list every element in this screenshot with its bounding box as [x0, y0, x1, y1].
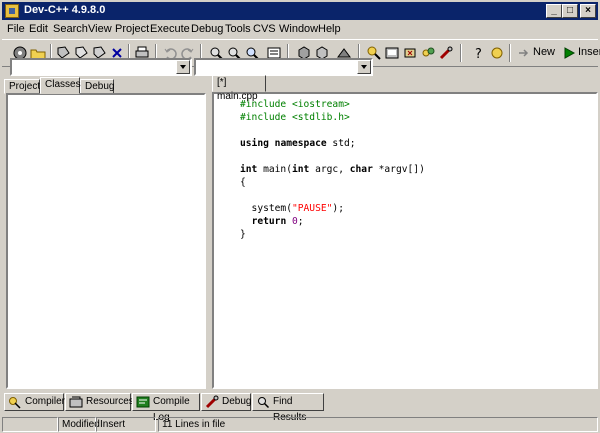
- keyword-using: using: [240, 138, 269, 149]
- status-modified: Modified: [58, 417, 100, 432]
- code-line-return: return 0;: [251, 216, 304, 227]
- tab-project[interactable]: Project: [4, 79, 40, 94]
- menu-file[interactable]: File: [7, 23, 25, 35]
- menu-window[interactable]: Window: [279, 23, 318, 35]
- menu-tools[interactable]: Tools: [225, 23, 251, 35]
- bottom-tabs: Compiler Resources Compile Log Debug Fin…: [2, 393, 598, 423]
- menu-view[interactable]: View: [88, 23, 112, 35]
- find-results-icon: [258, 397, 270, 409]
- code-line: #include <stdlib.h>: [240, 112, 350, 123]
- tab-compiler-label: Compiler: [25, 396, 66, 407]
- menu-bar: File Edit Search View Project Execute De…: [2, 21, 598, 38]
- tab-resources[interactable]: Resources: [65, 393, 134, 411]
- keyword-char: char: [349, 164, 373, 175]
- code-text: #include <iostream> #include <stdlib.h> …: [240, 98, 425, 241]
- code-line-using: using namespace std;: [240, 138, 356, 149]
- code-editor[interactable]: #include <iostream> #include <stdlib.h> …: [212, 92, 598, 389]
- tab-classes[interactable]: Classes: [40, 77, 81, 94]
- menu-cvs[interactable]: CVS: [253, 23, 276, 35]
- code-line-system: system("PAUSE");: [240, 203, 344, 214]
- function-combo[interactable]: [194, 58, 373, 76]
- code-line-main: int main(int argc, char *argv[]): [240, 164, 425, 175]
- keyword-int: int: [291, 164, 310, 175]
- pane-splitter[interactable]: [207, 75, 211, 390]
- class-browser-panel[interactable]: [6, 93, 206, 389]
- left-pane-tabs: Project Classes Debug: [4, 77, 204, 94]
- menu-execute[interactable]: Execute: [150, 23, 190, 35]
- menu-search[interactable]: Search: [53, 23, 88, 35]
- menu-project[interactable]: Project: [115, 23, 149, 35]
- debug-bug-icon: [205, 395, 219, 409]
- menu-help[interactable]: Help: [318, 23, 341, 35]
- keyword-namespace: namespace: [274, 138, 327, 149]
- editor-tabs: [*] main.cpp: [212, 75, 412, 102]
- string-literal: "PAUSE": [291, 203, 333, 214]
- tab-compiler[interactable]: Compiler: [4, 393, 66, 411]
- class-combos: [2, 55, 598, 76]
- status-line-count: 11 Lines in file: [158, 417, 598, 432]
- tab-debug-label: Debug: [222, 396, 252, 407]
- tab-resources-label: Resources: [86, 396, 134, 407]
- tab-debug-bottom[interactable]: Debug: [201, 393, 251, 411]
- resources-icon: [69, 396, 83, 408]
- app-icon[interactable]: [5, 4, 19, 18]
- chevron-down-icon[interactable]: [176, 60, 190, 74]
- dev-cpp-window: Dev-C++ 4.9.8.0 _ □ × File Edit Search V…: [0, 0, 600, 433]
- status-insert-mode: Insert: [96, 417, 156, 432]
- status-empty: [2, 417, 58, 432]
- tab-compile-log[interactable]: Compile Log: [132, 393, 200, 423]
- menu-edit[interactable]: Edit: [29, 23, 48, 35]
- status-bar: Modified Insert 11 Lines in file: [0, 414, 600, 433]
- minimize-button[interactable]: _: [546, 4, 562, 18]
- chevron-down-icon[interactable]: [357, 60, 371, 74]
- code-line: {: [240, 177, 246, 188]
- window-title: Dev-C++ 4.9.8.0: [24, 4, 106, 16]
- number-literal: 0: [292, 216, 298, 227]
- menu-debug[interactable]: Debug: [191, 23, 223, 35]
- keyword-int: int: [240, 164, 258, 175]
- tab-debug[interactable]: Debug: [80, 79, 114, 94]
- code-line: #include <iostream>: [240, 99, 350, 110]
- title-bar[interactable]: Dev-C++ 4.9.8.0 _ □ ×: [2, 2, 598, 20]
- tab-find-results[interactable]: Find Results: [252, 393, 324, 423]
- maximize-button[interactable]: □: [562, 4, 578, 18]
- close-button[interactable]: ×: [580, 4, 596, 18]
- tab-main-cpp[interactable]: [*] main.cpp: [212, 75, 266, 102]
- class-combo[interactable]: [10, 58, 192, 76]
- code-line: }: [240, 229, 246, 240]
- compile-log-icon: [136, 396, 150, 408]
- keyword-return: return: [251, 216, 287, 227]
- compiler-icon: [9, 397, 21, 409]
